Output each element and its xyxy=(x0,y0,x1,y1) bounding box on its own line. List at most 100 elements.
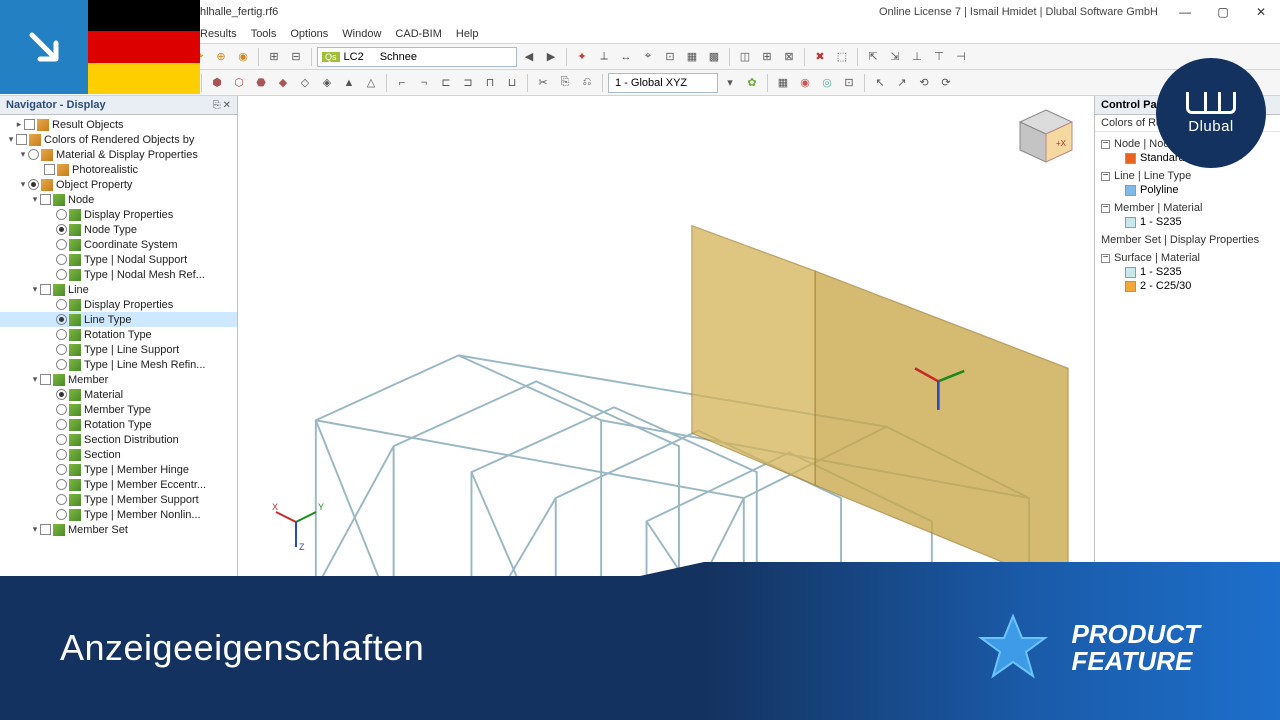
tree-row[interactable]: Type | Member Support xyxy=(0,492,237,507)
toolbar-icon[interactable]: ⌖ xyxy=(638,47,658,67)
tree-row[interactable]: Member Type xyxy=(0,402,237,417)
toolbar-icon[interactable]: ⊠ xyxy=(779,47,799,67)
toolbar-icon[interactable]: ⊟ xyxy=(286,47,306,67)
toolbar-icon[interactable]: ◈ xyxy=(317,73,337,93)
toolbar-icon[interactable]: ⊔ xyxy=(502,73,522,93)
tree-row[interactable]: Type | Nodal Mesh Ref... xyxy=(0,267,237,282)
toolbar-icon[interactable]: ⎘ xyxy=(555,73,575,93)
tree-row[interactable]: ▾Member xyxy=(0,372,237,387)
toolbar-icon[interactable]: ↖ xyxy=(870,73,890,93)
toolbar-icon[interactable]: ◆ xyxy=(273,73,293,93)
tree-row[interactable]: Rotation Type xyxy=(0,417,237,432)
close-button[interactable]: ✕ xyxy=(1242,0,1280,24)
toolbar-icon[interactable]: ⬢ xyxy=(207,73,227,93)
collapse-icon[interactable]: − xyxy=(1101,140,1110,149)
checkbox[interactable] xyxy=(40,194,51,205)
radio-button[interactable] xyxy=(56,299,67,310)
toolbar-icon[interactable]: ◉ xyxy=(233,47,253,67)
toolbar-icon[interactable]: ✂ xyxy=(533,73,553,93)
tree-row[interactable]: Type | Member Hinge xyxy=(0,462,237,477)
cp-section-header[interactable]: −Member | Material xyxy=(1101,202,1274,214)
tree-row[interactable]: Display Properties xyxy=(0,297,237,312)
tree-row[interactable]: Material xyxy=(0,387,237,402)
toolbar-icon[interactable]: ◇ xyxy=(295,73,315,93)
tree-row[interactable]: Type | Line Mesh Refin... xyxy=(0,357,237,372)
toolbar-icon[interactable]: ⊐ xyxy=(458,73,478,93)
radio-button[interactable] xyxy=(56,419,67,430)
tree-row[interactable]: Type | Line Support xyxy=(0,342,237,357)
cp-section-header[interactable]: Member Set | Display Properties xyxy=(1101,234,1274,246)
toolbar-icon[interactable]: ▦ xyxy=(682,47,702,67)
toolbar-icon[interactable]: ⎌ xyxy=(577,73,597,93)
tree-row[interactable]: Line Type xyxy=(0,312,237,327)
tree-row[interactable]: ▾Object Property xyxy=(0,177,237,192)
toolbar-icon[interactable]: ✿ xyxy=(742,73,762,93)
radio-button[interactable] xyxy=(56,509,67,520)
toolbar-icon[interactable]: ↗ xyxy=(892,73,912,93)
radio-button[interactable] xyxy=(56,254,67,265)
menu-help[interactable]: Help xyxy=(456,28,479,40)
toolbar-icon[interactable]: ⊓ xyxy=(480,73,500,93)
tree-row[interactable]: Type | Member Eccentr... xyxy=(0,477,237,492)
toolbar-icon[interactable]: ▲ xyxy=(339,73,359,93)
collapse-icon[interactable]: − xyxy=(1101,204,1110,213)
radio-button[interactable] xyxy=(28,179,39,190)
cp-section-header[interactable]: −Surface | Material xyxy=(1101,252,1274,264)
checkbox[interactable] xyxy=(24,119,35,130)
tree-row[interactable]: Rotation Type xyxy=(0,327,237,342)
toolbar-icon[interactable]: ◫ xyxy=(735,47,755,67)
toolbar-icon[interactable]: ⬣ xyxy=(251,73,271,93)
tree-row[interactable]: ▾Line xyxy=(0,282,237,297)
toolbar-icon[interactable]: ⊤ xyxy=(929,47,949,67)
radio-button[interactable] xyxy=(56,359,67,370)
radio-button[interactable] xyxy=(56,464,67,475)
cp-section-header[interactable]: −Line | Line Type xyxy=(1101,170,1274,182)
radio-button[interactable] xyxy=(56,449,67,460)
checkbox[interactable] xyxy=(44,164,55,175)
radio-button[interactable] xyxy=(56,344,67,355)
minimize-button[interactable]: — xyxy=(1166,0,1204,24)
checkbox[interactable] xyxy=(16,134,27,145)
toolbar-icon[interactable]: ⊕ xyxy=(211,47,231,67)
toolbar-icon[interactable]: ✦ xyxy=(572,47,592,67)
checkbox[interactable] xyxy=(40,284,51,295)
toolbar-icon[interactable]: ◉ xyxy=(795,73,815,93)
tree-row[interactable]: Node Type xyxy=(0,222,237,237)
toolbar-icon[interactable]: ⬚ xyxy=(832,47,852,67)
menu-options[interactable]: Options xyxy=(290,28,328,40)
tree-row[interactable]: Section Distribution xyxy=(0,432,237,447)
coord-system-selector[interactable]: 1 - Global XYZ xyxy=(608,73,718,93)
radio-button[interactable] xyxy=(56,314,67,325)
tree-row[interactable]: Photorealistic xyxy=(0,162,237,177)
view-cube[interactable]: +X xyxy=(1014,104,1078,168)
tree-row[interactable]: Type | Nodal Support xyxy=(0,252,237,267)
prev-icon[interactable]: ◀ xyxy=(519,47,539,67)
toolbar-icon[interactable]: ▩ xyxy=(704,47,724,67)
toolbar-icon[interactable]: ⊞ xyxy=(264,47,284,67)
tree-row[interactable]: Section xyxy=(0,447,237,462)
toolbar-icon[interactable]: ⊣ xyxy=(951,47,971,67)
toolbar-icon[interactable]: ⬡ xyxy=(229,73,249,93)
navigator-tree[interactable]: ▸Result Objects▾Colors of Rendered Objec… xyxy=(0,115,237,602)
toolbar-icon[interactable]: ⟳ xyxy=(936,73,956,93)
pin-icon[interactable]: ⎘ xyxy=(213,100,221,111)
tree-row[interactable]: ▾Colors of Rendered Objects by xyxy=(0,132,237,147)
toolbar-icon[interactable]: ⇲ xyxy=(885,47,905,67)
menu-tools[interactable]: Tools xyxy=(251,28,277,40)
toolbar-icon[interactable]: ⟲ xyxy=(914,73,934,93)
next-icon[interactable]: ▶ xyxy=(541,47,561,67)
radio-button[interactable] xyxy=(56,494,67,505)
menu-results[interactable]: Results xyxy=(200,28,237,40)
toolbar-icon[interactable]: ¬ xyxy=(414,73,434,93)
toolbar-icon[interactable]: ◎ xyxy=(817,73,837,93)
3d-viewport[interactable]: X Y Z +X xyxy=(238,96,1094,602)
checkbox[interactable] xyxy=(40,524,51,535)
tree-row[interactable]: ▸Result Objects xyxy=(0,117,237,132)
toolbar-icon[interactable]: ⊞ xyxy=(757,47,777,67)
radio-button[interactable] xyxy=(56,404,67,415)
menu-cad-bim[interactable]: CAD-BIM xyxy=(395,28,441,40)
toolbar-icon[interactable]: ⌐ xyxy=(392,73,412,93)
toolbar-icon[interactable]: ↔ xyxy=(616,47,636,67)
radio-button[interactable] xyxy=(56,434,67,445)
radio-button[interactable] xyxy=(28,149,39,160)
